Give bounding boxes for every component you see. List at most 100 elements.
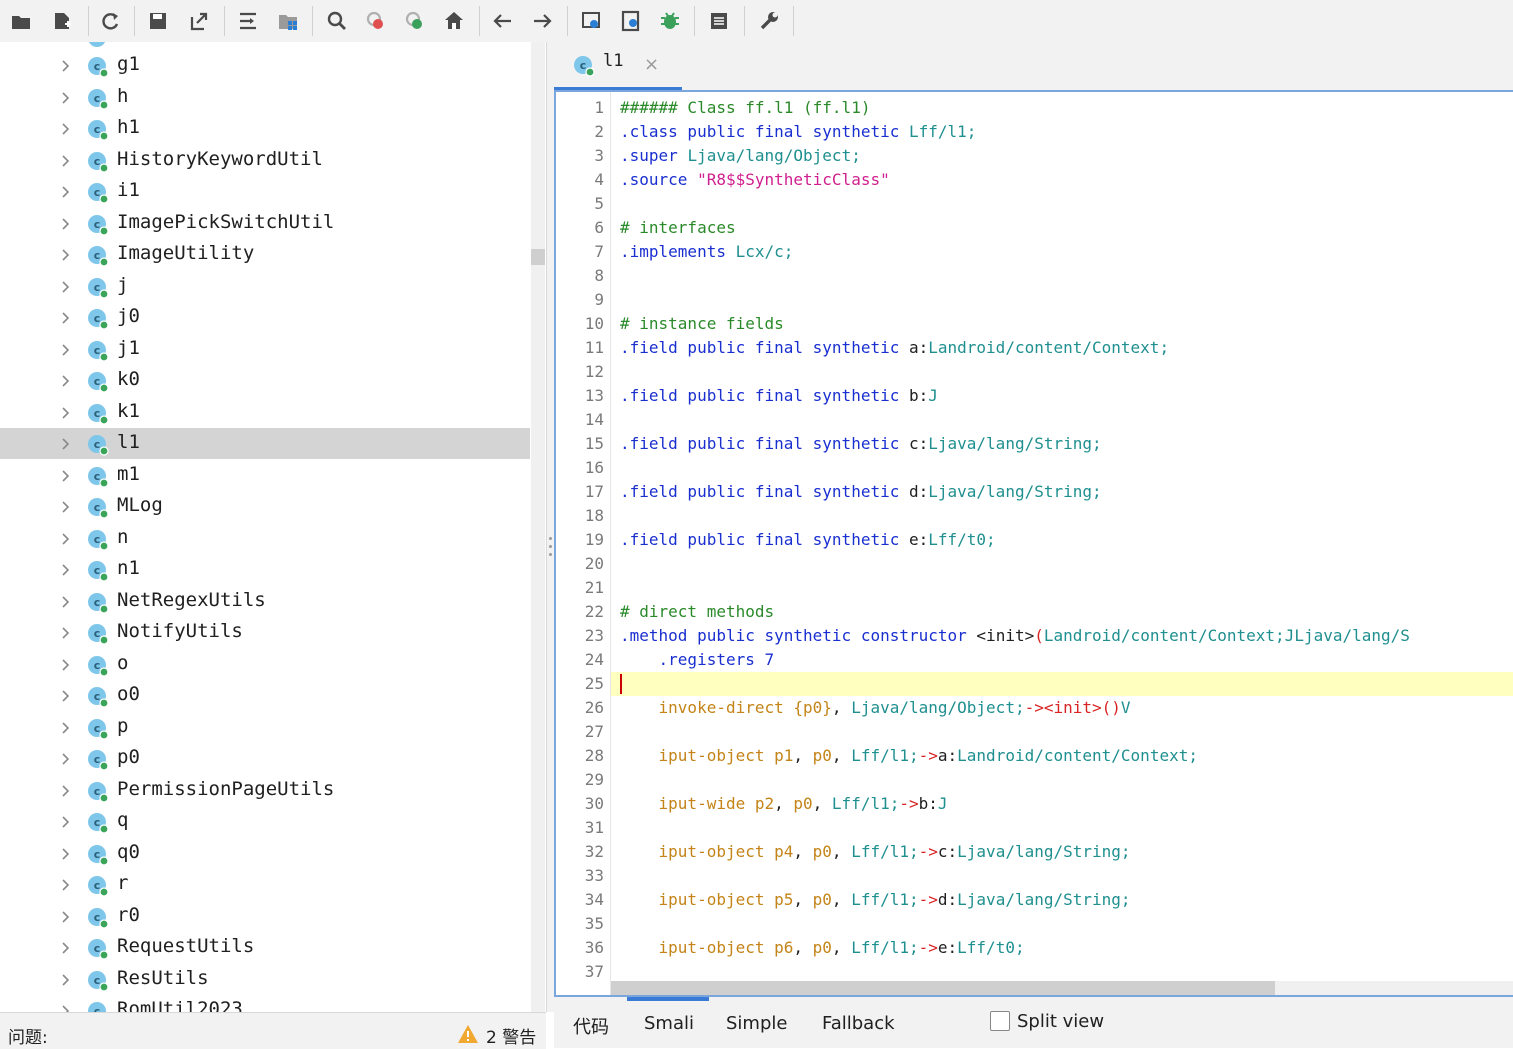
tree-item-NetRegexUtils[interactable]: c NetRegexUtils [0,586,530,617]
tree-item-o[interactable]: co [0,649,530,680]
tree-item-j1[interactable]: c j1 [0,334,530,365]
chevron-right-icon[interactable] [58,58,74,74]
code-line[interactable]: iput-wide p2, p0, Lff/l1;->b:J [620,794,948,813]
open-folder-icon[interactable] [6,6,36,36]
home-icon[interactable] [439,6,469,36]
quick-tab-icon[interactable] [616,6,646,36]
chevron-right-icon[interactable] [58,405,74,421]
chevron-right-icon[interactable] [58,153,74,169]
chevron-right-icon[interactable] [58,184,74,200]
chevron-right-icon[interactable] [58,90,74,106]
warnings-count[interactable]: 2 警告 [486,1023,536,1048]
tree-item-ResUtils[interactable]: c ResUtils [0,964,530,995]
tree-item-n1[interactable]: c n1 [0,554,530,585]
chevron-right-icon[interactable] [58,877,74,893]
tree-item-HistoryKeywordUtil[interactable]: c HistoryKeywordUtil [0,145,530,176]
search-class-icon[interactable] [361,6,391,36]
back-icon[interactable] [488,6,518,36]
tree-item-q[interactable]: cq [0,806,530,837]
view-tab-smali[interactable]: Smali [644,1013,694,1034]
code-line[interactable]: .registers 7 [620,650,775,669]
tree-item-q0[interactable]: c q0 [0,838,530,869]
code-line[interactable]: iput-object p4, p0, Lff/l1;->c:Ljava/lan… [620,842,1131,861]
code-line[interactable]: iput-object p1, p0, Lff/l1;->a:Landroid/… [620,746,1198,765]
code-line[interactable]: # instance fields [620,314,784,333]
chevron-right-icon[interactable] [58,373,74,389]
chevron-right-icon[interactable] [58,846,74,862]
tree-item-h1[interactable]: c h1 [0,113,530,144]
chevron-right-icon[interactable] [58,279,74,295]
view-tab-fallback[interactable]: Fallback [822,1013,895,1034]
close-icon[interactable]: × [644,54,659,75]
chevron-right-icon[interactable] [58,342,74,358]
chevron-right-icon[interactable] [58,657,74,673]
tree-scrollbar[interactable] [531,42,545,1012]
tree-item-j0[interactable]: c j0 [0,302,530,333]
tree-item-RomUtil2023[interactable]: c RomUtil2023 [0,995,530,1012]
chevron-right-icon[interactable] [58,940,74,956]
chevron-right-icon[interactable] [58,216,74,232]
chevron-right-icon[interactable] [58,751,74,767]
view-tab-code[interactable]: 代码 [573,1013,609,1039]
tree-item-ImagePickSwitchUtil[interactable]: c ImagePickSwitchUtil [0,208,530,239]
chevron-right-icon[interactable] [58,720,74,736]
chevron-right-icon[interactable] [58,247,74,263]
code-line[interactable]: .super Ljava/lang/Object; [620,146,861,165]
tree-scrollbar-thumb[interactable] [531,249,545,265]
tree-item-n[interactable]: cn [0,523,530,554]
save-icon[interactable] [143,6,173,36]
code-line[interactable]: # direct methods [620,602,774,621]
tree-item-NotifyUtils[interactable]: c NotifyUtils [0,617,530,648]
export-icon[interactable] [184,6,214,36]
code-line[interactable]: .method public synthetic constructor <in… [620,626,1410,645]
tree-item-k1[interactable]: c k1 [0,397,530,428]
tree-item-ImageUtility[interactable]: c ImageUtility [0,239,530,270]
reload-icon[interactable] [95,6,125,36]
tree-item-h[interactable]: ch [0,82,530,113]
chevron-right-icon[interactable] [58,468,74,484]
warning-icon[interactable] [457,1024,479,1044]
tree-item-g1[interactable]: c g1 [0,50,530,81]
code-line[interactable]: .field public final synthetic b:J [620,386,938,405]
chevron-right-icon[interactable] [58,594,74,610]
tree-item-j[interactable]: cj [0,271,530,302]
code-line[interactable]: .source "R8$$SyntheticClass" [620,170,890,189]
search-usage-icon[interactable] [400,6,430,36]
debug-icon[interactable] [655,6,685,36]
chevron-right-icon[interactable] [58,499,74,515]
sync-tree-icon[interactable] [233,6,263,36]
code-line[interactable]: .implements Lcx/c; [620,242,793,261]
view-tab-simple[interactable]: Simple [726,1013,787,1034]
chevron-right-icon[interactable] [58,310,74,326]
tree-item-l1[interactable]: c l1 [0,428,530,459]
chevron-right-icon[interactable] [58,972,74,988]
tree-item-i1[interactable]: c i1 [0,176,530,207]
code-line[interactable]: .class public final synthetic Lff/l1; [620,122,976,141]
code-line[interactable]: .field public final synthetic e:Lff/t0; [620,530,996,549]
chevron-right-icon[interactable] [58,688,74,704]
split-view-checkbox[interactable] [990,1011,1010,1031]
code-line[interactable]: iput-object p5, p0, Lff/l1;->d:Ljava/lan… [620,890,1131,909]
split-view-label[interactable]: Split view [1017,1011,1104,1032]
search-icon[interactable] [322,6,352,36]
tree-item-r0[interactable]: c r0 [0,901,530,932]
chevron-right-icon[interactable] [58,814,74,830]
chevron-right-icon[interactable] [58,625,74,641]
tree-item-p0[interactable]: c p0 [0,743,530,774]
chevron-right-icon[interactable] [58,562,74,578]
tree-item-m1[interactable]: c m1 [0,460,530,491]
forward-icon[interactable] [527,6,557,36]
add-file-icon[interactable] [47,6,77,36]
code-line[interactable]: .field public final synthetic a:Landroid… [620,338,1169,357]
editor-tab-l1[interactable]: c l1 × [554,42,682,91]
tree-item-o0[interactable]: c o0 [0,680,530,711]
code-line[interactable]: iput-object p6, p0, Lff/l1;->e:Lff/t0; [620,938,1025,957]
code-editor[interactable]: 1 2 3 4 5 6 7 8 9 10 11 12 13 14 15 16 17 18 19 20 21 22 23 24 2… [554,90,1513,997]
deobfuscation-icon[interactable] [576,6,606,36]
chevron-right-icon[interactable] [58,1003,74,1012]
tree-item-p[interactable]: cp [0,712,530,743]
tree-item-MLog[interactable]: c MLog [0,491,530,522]
class-tree[interactable]: c g1 c h c h1 c HistoryKeywordUtil c i1 c ImagePick… [0,42,547,1012]
flatten-packages-icon[interactable] [273,6,303,36]
log-icon[interactable] [704,6,734,36]
